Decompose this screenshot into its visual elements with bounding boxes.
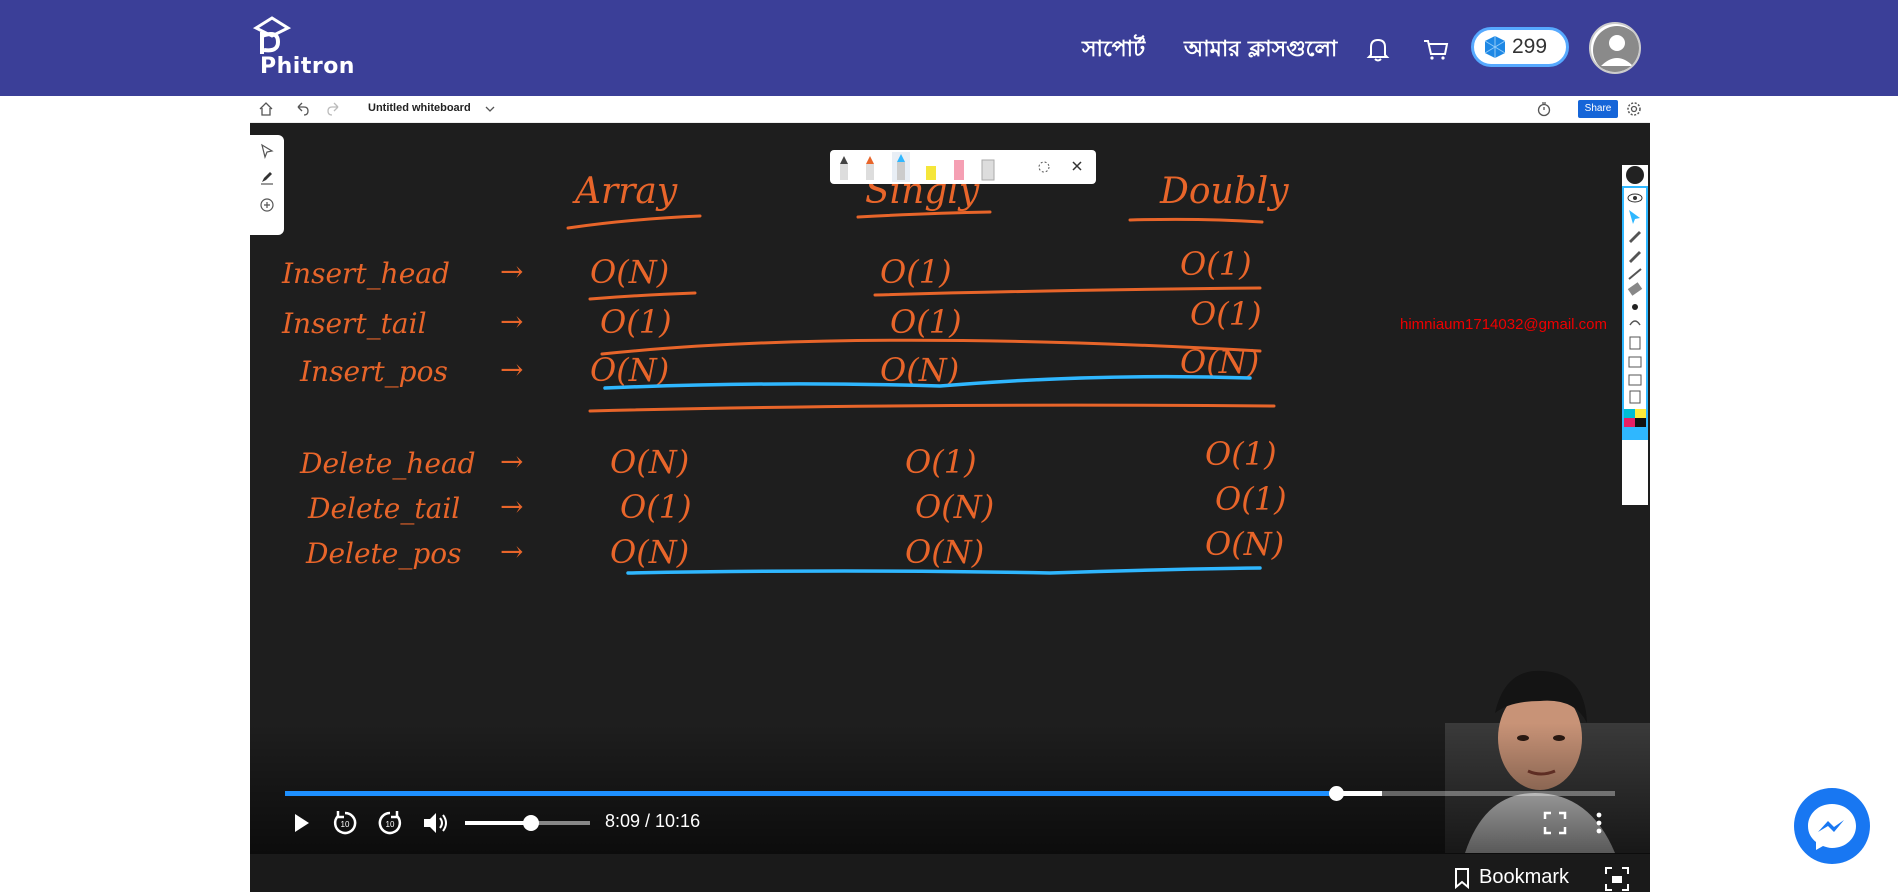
- complexity-cell: O(1): [880, 253, 952, 291]
- operation-label: Delete_pos: [305, 537, 462, 570]
- pen-blue-icon[interactable]: [892, 152, 910, 182]
- operation-label: Insert_head: [281, 257, 450, 290]
- complexity-cell: O(N): [590, 253, 669, 291]
- underline: [1128, 217, 1264, 224]
- complexity-cell: O(N): [610, 533, 689, 571]
- complexity-cell: O(1): [1180, 245, 1252, 283]
- complexity-cell: O(1): [1205, 435, 1277, 473]
- complexity-cell: O(N): [1205, 525, 1284, 563]
- pointer-icon[interactable]: [259, 143, 275, 159]
- complexity-cell: O(1): [620, 488, 692, 526]
- separator-line: [588, 291, 697, 301]
- video-footer: [250, 854, 1650, 892]
- user-avatar[interactable]: [1589, 22, 1641, 74]
- operation-label: Delete_tail: [307, 492, 460, 525]
- seek-bar[interactable]: [285, 786, 1615, 801]
- complexity-cell: O(1): [600, 303, 672, 341]
- complexity-cell: O(1): [890, 303, 962, 341]
- arrow: →: [500, 353, 523, 386]
- messenger-chat-button[interactable]: [1794, 788, 1870, 864]
- gem-icon: [1484, 36, 1506, 58]
- seek-knob[interactable]: [1328, 786, 1344, 801]
- home-icon[interactable]: [258, 101, 274, 117]
- complexity-cell: O(1): [1190, 295, 1262, 333]
- share-button[interactable]: Share: [1578, 100, 1618, 118]
- arrow: →: [500, 490, 523, 523]
- complexity-cell: O(N): [610, 443, 689, 481]
- coin-count: 299: [1512, 35, 1548, 58]
- user-icon: [1593, 26, 1639, 72]
- bookmark-label: Bookmark: [1479, 866, 1570, 888]
- fullscreen-icon[interactable]: [1540, 808, 1570, 838]
- underline: [566, 214, 702, 230]
- svg-text:10: 10: [341, 820, 350, 829]
- board-left-tools: [250, 135, 284, 235]
- cart-icon[interactable]: [1421, 34, 1451, 64]
- watermark-email: himniaum1714032@gmail.com: [1400, 316, 1607, 333]
- undo-icon[interactable]: [294, 101, 310, 117]
- pen-black-icon[interactable]: [840, 156, 848, 180]
- operation-label: Insert_tail: [281, 307, 427, 340]
- operation-label: Delete_head: [299, 447, 476, 480]
- complexity-cell: O(N): [590, 351, 669, 389]
- complexity-cell: O(N): [915, 488, 994, 526]
- arrow: →: [500, 305, 523, 338]
- gear-icon[interactable]: [1626, 101, 1642, 117]
- top-navbar: Phitron সাপোর্ট আমার ক্লাসগুলো 299: [0, 0, 1898, 96]
- eraser-icon[interactable]: [981, 159, 995, 181]
- phitron-logo[interactable]: Phitron: [248, 14, 354, 82]
- player-controls: [250, 723, 1650, 854]
- bookmark-icon: [1455, 867, 1469, 889]
- add-icon[interactable]: [259, 197, 275, 213]
- timer-icon[interactable]: [1536, 101, 1552, 117]
- pen-icon[interactable]: [259, 169, 275, 185]
- play-icon[interactable]: [286, 808, 316, 838]
- lasso-icon[interactable]: [1038, 161, 1050, 173]
- nav-support[interactable]: সাপোর্ট: [1082, 32, 1145, 69]
- column-header: Array: [572, 171, 678, 212]
- board-right-tools: [1622, 165, 1648, 505]
- underline: [856, 210, 992, 219]
- complexity-cell: O(1): [1215, 480, 1287, 518]
- pin-icon[interactable]: [1626, 166, 1644, 184]
- coin-balance[interactable]: 299: [1471, 27, 1569, 67]
- color-swatches[interactable]: [1624, 409, 1646, 439]
- nav-my-classes[interactable]: আমার ক্লাসগুলো: [1184, 32, 1337, 69]
- chevron-down-icon[interactable]: [482, 101, 498, 117]
- pen-red-icon[interactable]: [866, 156, 874, 180]
- highlighter-pink-icon[interactable]: [954, 160, 964, 180]
- svg-text:10: 10: [386, 820, 395, 829]
- complexity-cell: O(N): [905, 533, 984, 571]
- messenger-icon: [1808, 804, 1856, 850]
- played-bar: [285, 791, 1336, 796]
- redo-icon[interactable]: [326, 101, 342, 117]
- whiteboard-title[interactable]: Untitled whiteboard: [368, 102, 471, 114]
- arrow: →: [500, 445, 523, 478]
- arrow: →: [500, 255, 523, 288]
- arrow: →: [500, 535, 523, 568]
- highlighter-yellow-icon[interactable]: [926, 166, 936, 180]
- complexity-cell: O(1): [905, 443, 977, 481]
- operation-label: Insert_pos: [299, 355, 448, 388]
- forward-10-icon[interactable]: 10: [375, 808, 405, 838]
- bell-icon[interactable]: [1363, 34, 1393, 64]
- volume-icon[interactable]: [420, 808, 450, 838]
- screenshot-icon[interactable]: [1604, 866, 1630, 892]
- rewind-10-icon[interactable]: 10: [330, 808, 360, 838]
- bookmark-button[interactable]: Bookmark: [1453, 866, 1569, 889]
- logo-text: Phitron: [260, 54, 355, 79]
- dot-size-icon[interactable]: [1632, 304, 1638, 310]
- more-options-icon[interactable]: [1584, 808, 1614, 838]
- pen-palette: [830, 150, 1096, 184]
- column-header: Doubly: [1159, 171, 1289, 212]
- separator-line: [588, 403, 1276, 413]
- volume-slider[interactable]: [465, 815, 590, 831]
- lecture-video[interactable]: Array Singly Doubly Insert_head → O(N) O(1) O(1…: [250, 123, 1650, 854]
- time-display: 8:09 / 10:16: [605, 811, 701, 831]
- close-icon[interactable]: [1072, 161, 1082, 171]
- volume-level: [465, 821, 532, 825]
- whiteboard-toolbar: Untitled whiteboard Share: [250, 96, 1650, 123]
